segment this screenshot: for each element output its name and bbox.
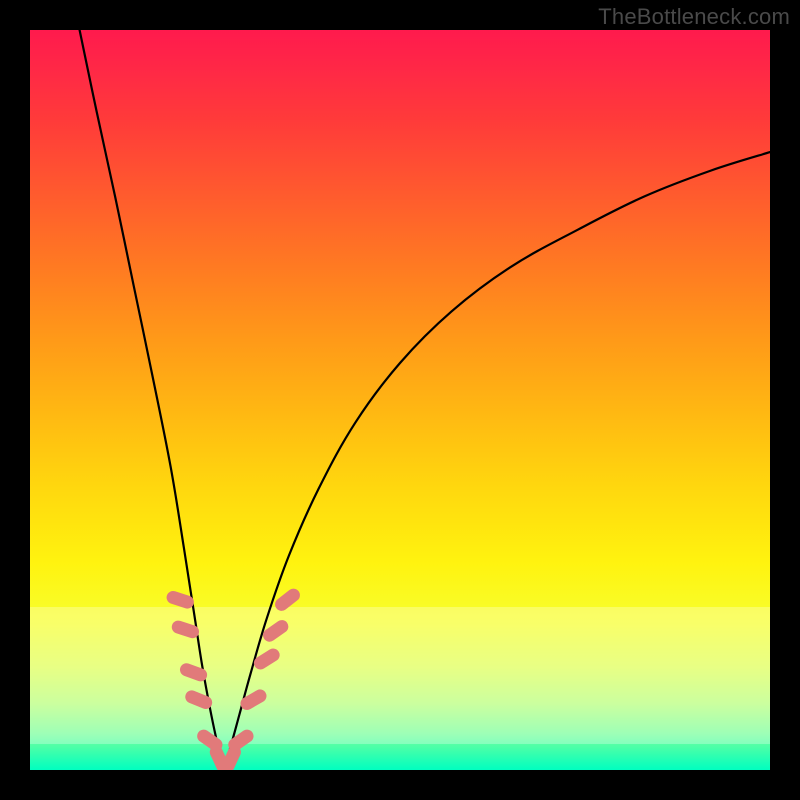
marker-8	[238, 687, 269, 712]
marker-9	[251, 646, 282, 672]
bottleneck-curve	[80, 30, 770, 765]
marker-3	[183, 688, 214, 711]
plot-area	[30, 30, 770, 770]
marker-2	[178, 661, 209, 683]
data-markers	[165, 586, 303, 770]
outer-frame: TheBottleneck.com	[0, 0, 800, 800]
chart-svg	[30, 30, 770, 770]
watermark-text: TheBottleneck.com	[598, 4, 790, 30]
